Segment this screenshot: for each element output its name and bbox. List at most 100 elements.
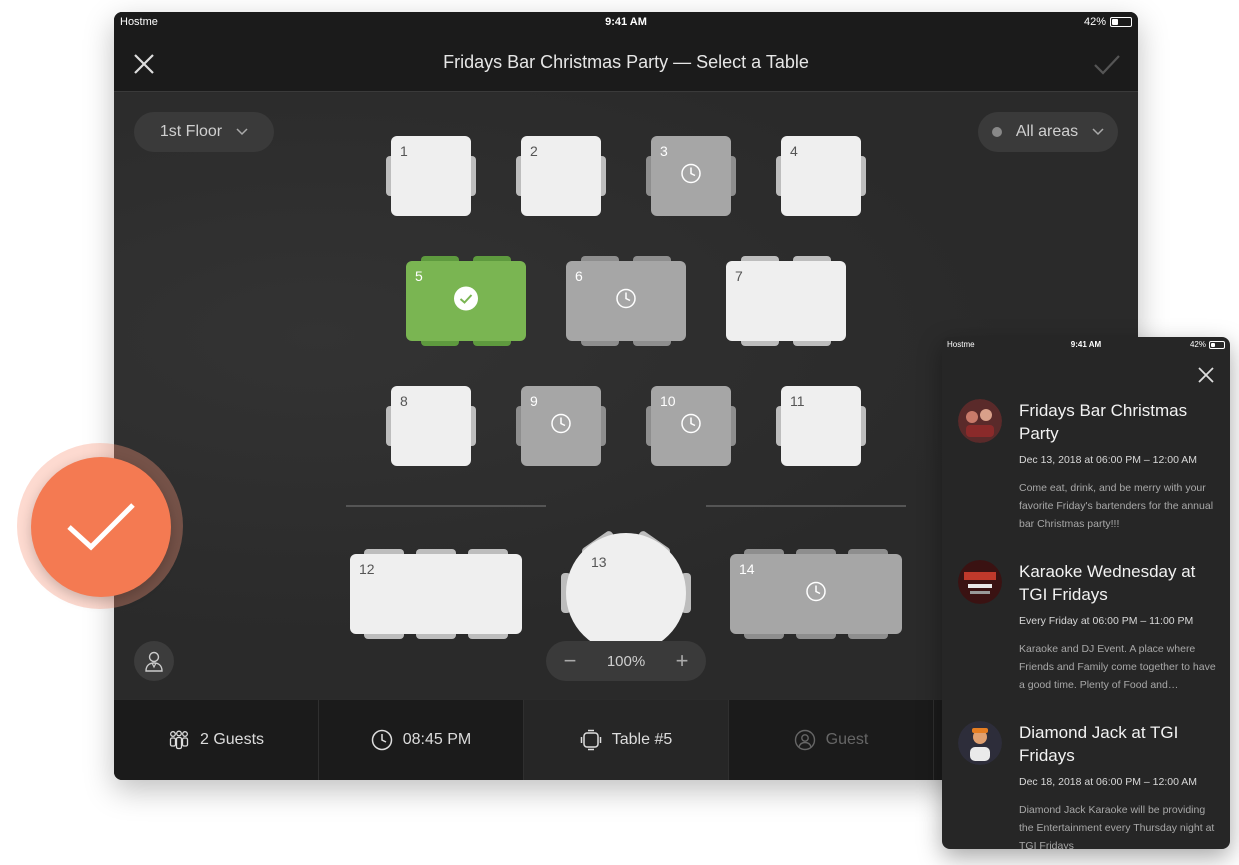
table-11[interactable]: 11	[776, 386, 866, 466]
table-top	[350, 554, 522, 634]
battery-level	[1112, 19, 1119, 25]
battery-indicator: 42%	[1190, 340, 1225, 349]
table-icon	[580, 729, 601, 751]
zoom-in-button[interactable]: +	[672, 648, 692, 674]
guest-label: Guest	[825, 731, 869, 748]
chevron-down-icon	[1092, 128, 1104, 136]
clock: 9:41 AM	[1070, 340, 1102, 349]
checkmark-icon	[67, 503, 135, 551]
table-number: 10	[660, 393, 676, 409]
page-title: Fridays Bar Christmas Party — Select a T…	[443, 52, 809, 72]
table-number: 11	[790, 393, 805, 409]
clock: 9:41 AM	[605, 16, 647, 28]
floor-selector[interactable]: 1st Floor	[134, 112, 274, 152]
table-button[interactable]: Table #5	[524, 700, 729, 780]
event-item[interactable]: Fridays Bar Christmas Party Dec 13, 2018…	[958, 399, 1220, 539]
area-divider	[346, 505, 546, 507]
table-13[interactable]: 13	[561, 529, 691, 653]
floor-selector-label: 1st Floor	[159, 123, 223, 140]
close-button[interactable]	[1196, 365, 1216, 385]
area-divider	[706, 505, 906, 507]
table-top	[726, 261, 846, 341]
area-selector[interactable]: All areas	[978, 112, 1118, 152]
table-4[interactable]: 4	[776, 136, 866, 216]
area-selector-label: All areas	[1015, 123, 1079, 140]
table-14[interactable]: 14	[730, 549, 902, 639]
table-number: 8	[400, 393, 408, 409]
clock-icon	[371, 729, 392, 751]
guests-label: 2 Guests	[199, 731, 265, 748]
event-description: Karaoke and DJ Event. A place where Frie…	[1019, 643, 1216, 691]
table-label: Table #5	[611, 731, 673, 748]
event-title: Karaoke Wednesday at TGI Fridays	[1019, 562, 1196, 604]
battery-percent: 42%	[1083, 16, 1106, 28]
table-number: 4	[790, 143, 798, 159]
event-title: Fridays Bar Christmas Party	[1019, 401, 1188, 443]
event-date: Dec 18, 2018 at 06:00 PM – 12:00 AM	[1019, 776, 1198, 788]
area-dot-icon	[991, 127, 1002, 137]
table-6[interactable]: 6	[566, 256, 686, 346]
table-1[interactable]: 1	[386, 136, 476, 216]
confirm-button[interactable]	[1092, 50, 1122, 78]
close-icon	[1198, 367, 1214, 383]
time-label: 08:45 PM	[402, 731, 472, 748]
clock-icon	[615, 288, 637, 315]
table-5[interactable]: 5	[406, 256, 526, 346]
phone-screen: Hostme 9:41 AM 42% Fridays Bar Christmas…	[942, 337, 1230, 849]
chevron-down-icon	[236, 128, 248, 136]
table-12[interactable]: 12	[350, 549, 522, 639]
event-description: Come eat, drink, and be merry with your …	[1019, 482, 1214, 530]
guests-button[interactable]: 2 Guests	[114, 700, 319, 780]
clock-icon	[680, 413, 702, 440]
checkmark-icon	[1094, 55, 1120, 75]
guests-icon	[169, 730, 189, 750]
table-3[interactable]: 3	[646, 136, 736, 216]
battery-icon	[1110, 17, 1132, 27]
event-description: Diamond Jack Karaoke will be providing t…	[1019, 804, 1215, 849]
table-top	[566, 533, 686, 653]
time-button[interactable]: 08:45 PM	[319, 700, 524, 780]
table-8[interactable]: 8	[386, 386, 476, 466]
table-10[interactable]: 10	[646, 386, 736, 466]
table-7[interactable]: 7	[726, 256, 846, 346]
event-date: Every Friday at 06:00 PM – 11:00 PM	[1019, 615, 1194, 627]
clock-icon	[680, 163, 702, 190]
table-9[interactable]: 9	[516, 386, 606, 466]
table-number: 2	[530, 143, 538, 159]
guest-button[interactable]: Guest	[729, 700, 934, 780]
host-icon	[145, 651, 163, 672]
table-number: 6	[575, 268, 583, 284]
clock-icon	[550, 413, 572, 440]
table-number: 5	[415, 268, 423, 284]
clock-icon	[805, 581, 827, 608]
event-thumbnail	[958, 721, 1002, 765]
zoom-control: − 100% +	[546, 641, 706, 681]
zoom-out-button[interactable]: −	[560, 648, 580, 674]
table-number: 9	[530, 393, 538, 409]
status-bar: Hostme 9:41 AM 42%	[114, 12, 1138, 32]
battery-indicator: 42%	[1084, 16, 1132, 28]
event-item[interactable]: Diamond Jack at TGI Fridays Dec 18, 2018…	[958, 721, 1220, 849]
table-number: 13	[591, 554, 607, 570]
battery-icon	[1209, 340, 1225, 349]
user-icon	[794, 729, 815, 751]
event-thumbnail	[958, 560, 1002, 604]
phone-status-bar: Hostme 9:41 AM 42%	[942, 337, 1230, 353]
host-button[interactable]	[134, 641, 174, 681]
event-date: Dec 13, 2018 at 06:00 PM – 12:00 AM	[1019, 454, 1198, 466]
table-number: 12	[359, 561, 375, 577]
event-thumbnail	[958, 399, 1002, 443]
table-number: 14	[739, 561, 755, 577]
event-item[interactable]: Karaoke Wednesday at TGI Fridays Every F…	[958, 560, 1220, 700]
table-number: 3	[660, 143, 668, 159]
nav-bar: Fridays Bar Christmas Party — Select a T…	[114, 32, 1138, 92]
success-badge	[31, 457, 171, 597]
table-number: 1	[400, 143, 408, 159]
zoom-level: 100%	[606, 652, 646, 670]
table-number: 7	[735, 268, 743, 284]
battery-level	[1211, 342, 1215, 347]
event-title: Diamond Jack at TGI Fridays	[1019, 723, 1179, 765]
battery-percent: 42%	[1189, 340, 1206, 349]
check-circle-icon	[454, 286, 478, 316]
table-2[interactable]: 2	[516, 136, 606, 216]
